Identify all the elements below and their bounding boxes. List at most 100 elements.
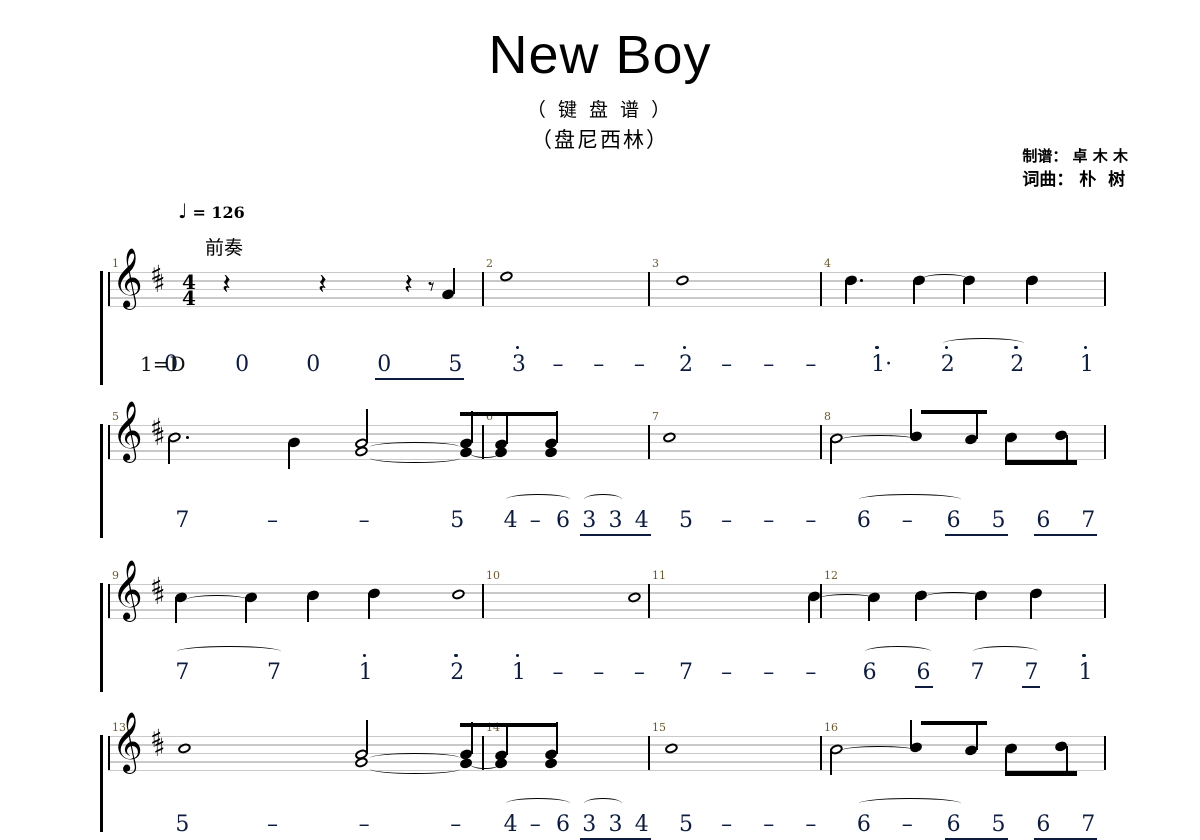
staff-tie xyxy=(370,441,460,452)
key-signature: ♯♯ xyxy=(150,262,174,296)
jianpu-note: 1 xyxy=(1079,352,1094,377)
staff-line xyxy=(108,609,1104,611)
barline xyxy=(820,736,822,770)
staff-line xyxy=(108,297,1104,299)
barline xyxy=(820,425,822,459)
note-stem xyxy=(288,442,290,469)
treble-clef-icon: 𝄞 xyxy=(112,401,143,461)
system-bracket xyxy=(100,735,103,832)
jianpu-note: – xyxy=(721,508,733,533)
key-label: 1=D xyxy=(140,352,186,376)
barline xyxy=(1104,736,1107,770)
jianpu-note: 6 xyxy=(556,508,571,533)
jianpu-beam-underline xyxy=(944,534,1008,536)
staff-line xyxy=(108,617,1104,619)
quarter-rest: 𝄽 xyxy=(404,267,413,301)
note-stem xyxy=(1066,746,1068,775)
jianpu-note: 3 xyxy=(608,812,623,837)
barline xyxy=(1104,425,1107,459)
sharp-icon: ♯ xyxy=(153,733,166,762)
octave-dot xyxy=(1082,654,1086,658)
tempo-marking: ♩ = 126 xyxy=(178,201,245,222)
barline xyxy=(648,736,650,770)
jianpu-slur xyxy=(177,646,281,657)
note-beam xyxy=(460,722,558,728)
credits-block: 制谱： 卓 木 木 词曲： 朴 树 xyxy=(1022,146,1128,192)
jianpu-note: – xyxy=(901,812,913,837)
jianpu-note: – xyxy=(805,352,817,377)
staff-line xyxy=(108,305,1104,307)
note-stem xyxy=(366,409,368,444)
staff-4 xyxy=(108,736,1104,771)
note-stem xyxy=(471,411,473,444)
jianpu-note: 7 xyxy=(1081,812,1096,837)
staff-tie xyxy=(470,448,500,458)
jianpu-note: – xyxy=(529,508,541,533)
staff-tie xyxy=(370,752,460,763)
jianpu-note: 5 xyxy=(678,812,693,837)
jianpu-note: – xyxy=(450,812,462,837)
note-stem xyxy=(453,267,455,294)
staff-line xyxy=(108,433,1104,435)
staff-line xyxy=(108,441,1104,444)
jianpu-beam-underline xyxy=(1022,686,1041,688)
whole-note xyxy=(498,269,514,283)
jianpu-note: 6 xyxy=(856,812,871,837)
note-stem xyxy=(175,597,177,624)
jianpu-note: 0 xyxy=(306,352,321,377)
jianpu-note: – xyxy=(593,352,605,377)
jianpu-note: 7 xyxy=(266,660,281,685)
sharp-icon: ♯ xyxy=(153,269,166,298)
jianpu-note: – xyxy=(266,812,278,837)
note-stem xyxy=(808,596,810,623)
quarter-rest: 𝄽 xyxy=(222,267,231,301)
note-stem xyxy=(976,411,978,440)
barline xyxy=(108,272,110,306)
subtitle-arrangement-type: （ 键 盘 谱 ） xyxy=(526,99,674,121)
jianpu-note: – xyxy=(763,660,775,685)
barline xyxy=(648,584,650,618)
note-stem xyxy=(506,414,508,445)
staff-line xyxy=(108,744,1104,746)
jianpu-slur xyxy=(858,798,961,809)
jianpu-note: 4 xyxy=(634,508,649,533)
note-stem xyxy=(915,594,917,621)
measure-number: 4 xyxy=(824,257,831,270)
jianpu-note: 3 xyxy=(511,352,526,377)
jianpu-note: 6 xyxy=(1036,812,1051,837)
note-stem xyxy=(307,595,309,622)
jianpu-slur xyxy=(584,494,623,505)
note-stem xyxy=(168,437,170,464)
barline xyxy=(820,272,822,306)
note-stem xyxy=(845,280,847,305)
jianpu-note: 2 xyxy=(450,660,465,685)
sharp-icon: ♯ xyxy=(150,413,163,442)
measure-number: 15 xyxy=(652,721,666,734)
note-stem xyxy=(830,749,832,776)
jianpu-note: 2 xyxy=(1010,352,1025,377)
jianpu-note: – xyxy=(529,812,541,837)
staff-line xyxy=(108,584,1104,586)
octave-dot xyxy=(362,654,366,658)
jianpu-beam-underline xyxy=(914,686,933,688)
staff-tie xyxy=(840,435,918,445)
barline xyxy=(108,736,110,770)
staff-line xyxy=(108,769,1104,771)
jianpu-note: – xyxy=(633,352,645,377)
sharp-icon: ♯ xyxy=(150,572,163,601)
jianpu-slur xyxy=(972,646,1039,657)
jianpu-beam-underline xyxy=(1034,534,1098,536)
time-signature-denominator: 4 xyxy=(182,286,196,311)
jianpu-note: – xyxy=(593,660,605,685)
jianpu-note: 7 xyxy=(678,660,693,685)
jianpu-note: 6 xyxy=(916,660,931,685)
credit-composer: 词曲： 朴 树 xyxy=(1022,169,1126,190)
jianpu-note: 5 xyxy=(448,352,463,377)
measure-number: 12 xyxy=(824,569,838,582)
octave-dot xyxy=(515,346,520,350)
jianpu-note: 4 xyxy=(503,812,518,837)
sharp-icon: ♯ xyxy=(153,581,166,610)
jianpu-note: – xyxy=(721,660,733,685)
note-beam xyxy=(1005,460,1077,465)
jianpu-note: – xyxy=(805,508,817,533)
